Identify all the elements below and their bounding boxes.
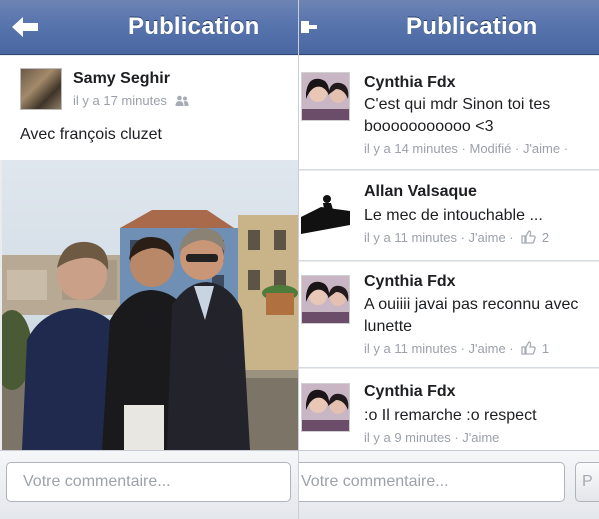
post-card: Samy Seghir il y a 17 minutes Avec franç… <box>0 56 298 160</box>
post-timestamp: il y a 17 minutes <box>73 93 189 109</box>
comment-author[interactable]: Cynthia Fdx <box>364 273 456 291</box>
back-arrow-icon[interactable] <box>10 15 40 39</box>
comment-item: Allan Valsaque Le mec de intouchable ...… <box>299 171 599 261</box>
nav-bar: Publication <box>299 0 599 55</box>
comment-text-line: booooooooooo <3 <box>364 118 494 135</box>
avatar[interactable] <box>20 68 62 110</box>
comment-text-line: A ouiiii javai pas reconnu avec <box>364 296 579 313</box>
nav-bar: Publication <box>0 0 298 55</box>
left-post-screen: Publication Samy Seghir il y a 17 minute… <box>0 0 298 519</box>
comment-item: Cynthia Fdx C'est qui mdr Sinon toi tes … <box>299 56 599 170</box>
comment-meta-text: il y a 11 minutes · J'aime · <box>364 230 514 245</box>
comment-meta-text: il y a 11 minutes · J'aime · <box>364 341 514 356</box>
comment-bar: Votre commentaire... <box>0 450 298 519</box>
comment-text-line: lunette <box>364 318 413 335</box>
nav-title: Publication <box>406 13 538 40</box>
avatar[interactable] <box>301 72 350 121</box>
comment-text-line: C'est qui mdr Sinon toi tes <box>364 96 551 113</box>
thumbs-up-icon <box>521 230 537 247</box>
comment-input[interactable]: Votre commentaire... <box>6 462 291 502</box>
comment-item: Cynthia Fdx :o Il remarche :o respect il… <box>299 369 599 451</box>
post-time-text: il y a 17 minutes <box>73 93 167 108</box>
avatar[interactable] <box>301 185 350 234</box>
comment-author[interactable]: Cynthia Fdx <box>364 74 456 92</box>
right-comments-screen: Publication Cynthia Fdx C'est qui mdr Si… <box>298 0 599 519</box>
comment-meta: il y a 11 minutes · J'aime · 2 <box>364 230 549 247</box>
comment-input[interactable]: Votre commentaire... <box>299 462 565 502</box>
avatar[interactable] <box>301 383 350 432</box>
publish-button[interactable]: P <box>575 462 599 502</box>
comment-text-line: Le mec de intouchable ... <box>364 207 543 224</box>
back-arrow-icon[interactable] <box>301 15 319 39</box>
like-count: 2 <box>541 230 550 245</box>
comment-author[interactable]: Allan Valsaque <box>364 183 477 201</box>
post-text: Avec françois cluzet <box>20 126 162 143</box>
comment-item: Cynthia Fdx A ouiiii javai pas reconnu a… <box>299 262 599 368</box>
post-author[interactable]: Samy Seghir <box>73 70 170 88</box>
comment-text-line: :o Il remarche :o respect <box>364 407 537 424</box>
comment-meta: il y a 9 minutes · J'aime <box>364 430 500 445</box>
comment-meta: il y a 14 minutes · Modifié · J'aime · <box>364 141 569 156</box>
comment-bar: Votre commentaire... P <box>299 450 599 519</box>
nav-title: Publication <box>128 13 260 40</box>
comment-author[interactable]: Cynthia Fdx <box>364 383 456 401</box>
like-count: 1 <box>541 341 550 356</box>
thumbs-up-icon <box>521 341 537 358</box>
avatar[interactable] <box>301 275 350 324</box>
friends-icon <box>175 94 189 109</box>
post-photo[interactable] <box>2 160 298 450</box>
comment-meta: il y a 11 minutes · J'aime · 1 <box>364 341 549 358</box>
